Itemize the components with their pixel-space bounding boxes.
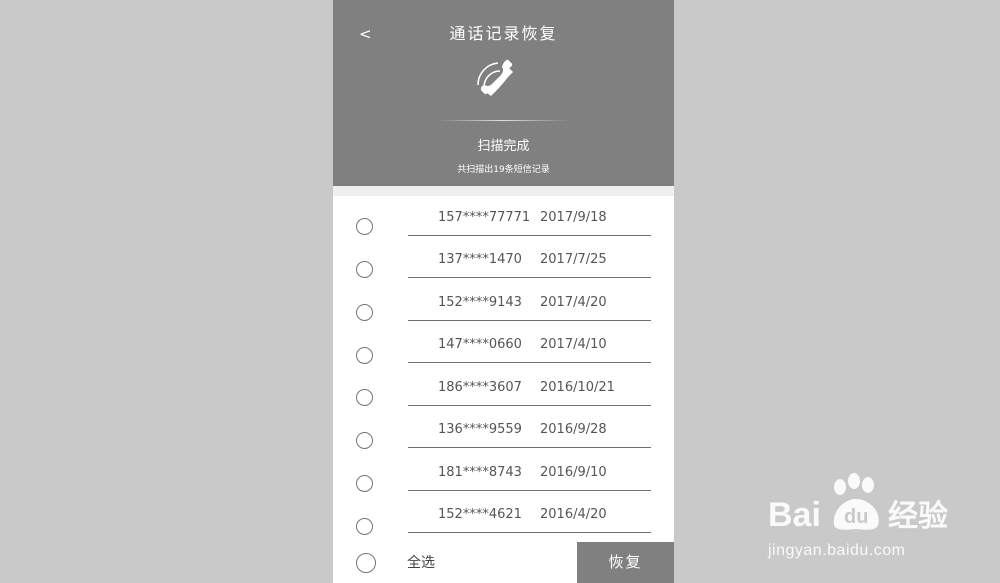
record-number: 152****9143 [438, 295, 522, 310]
record-date: 2017/4/20 [540, 295, 607, 310]
list-item[interactable]: 152****4621 2016/4/20 [333, 493, 674, 535]
watermark-url: jingyan.baidu.com [768, 542, 906, 559]
watermark-brand-en: Bai [768, 496, 821, 534]
record-info: 186****3607 2016/10/21 [408, 366, 651, 406]
watermark-brand-cn: 经验 [888, 499, 948, 534]
header-divider [438, 120, 569, 121]
record-date: 2016/9/10 [540, 465, 607, 480]
list-item[interactable]: 186****3607 2016/10/21 [333, 366, 674, 408]
list-item[interactable]: 181****8743 2016/9/10 [333, 451, 674, 493]
record-number: 136****9559 [438, 422, 522, 437]
watermark-brand-du: du [844, 506, 868, 528]
scan-status: 扫描完成 [477, 139, 530, 154]
record-radio[interactable] [356, 304, 373, 321]
list-item[interactable]: 136****9559 2016/9/28 [333, 408, 674, 450]
record-date: 2016/4/20 [540, 507, 607, 522]
record-number: 181****8743 [438, 465, 522, 480]
record-radio[interactable] [356, 218, 373, 235]
list-item[interactable]: 147****0660 2017/4/10 [333, 323, 674, 365]
scan-count: 共扫描出19条短信记录 [457, 165, 550, 175]
baidu-jingyan-watermark: Bai du 经验 jingyan.baidu.com [768, 473, 978, 568]
page-title: 通话记录恢复 [449, 24, 558, 43]
record-info: 181****8743 2016/9/10 [408, 451, 651, 491]
record-info: 137****1470 2017/7/25 [408, 238, 651, 278]
record-number: 152****4621 [438, 507, 522, 522]
record-info: 152****4621 2016/4/20 [408, 493, 651, 533]
record-info: 157****77771 2017/9/18 [408, 196, 651, 236]
separator [333, 186, 674, 196]
list-item[interactable]: 152****9143 2017/4/20 [333, 281, 674, 323]
record-radio[interactable] [356, 347, 373, 364]
record-number: 186****3607 [438, 380, 522, 395]
select-all-label[interactable]: 全选 [407, 553, 435, 573]
record-list: 157****77771 2017/9/18 137****1470 2017/… [333, 196, 674, 542]
list-item[interactable]: 137****1470 2017/7/25 [333, 238, 674, 280]
record-number: 147****0660 [438, 337, 522, 352]
footer-bar: 全选 恢复 [333, 542, 674, 583]
select-all-radio[interactable] [356, 553, 376, 573]
header: < 通话记录恢复 扫描完成 共扫描出19条短信记录 [333, 0, 674, 186]
record-radio[interactable] [356, 475, 373, 492]
record-date: 2017/4/10 [540, 337, 607, 352]
phone-call-icon [477, 59, 513, 96]
record-date: 2017/7/25 [540, 252, 607, 267]
record-radio[interactable] [356, 261, 373, 278]
record-radio[interactable] [356, 518, 373, 535]
record-date: 2017/9/18 [540, 210, 607, 225]
record-radio[interactable] [356, 432, 373, 449]
record-date: 2016/10/21 [540, 380, 615, 395]
record-number: 137****1470 [438, 252, 522, 267]
app-screen: < 通话记录恢复 扫描完成 共扫描出19条短信记录 157****77771 2… [333, 0, 674, 583]
record-radio[interactable] [356, 389, 373, 406]
baidu-paw-icon: du [833, 473, 879, 530]
record-info: 152****9143 2017/4/20 [408, 281, 651, 321]
record-info: 136****9559 2016/9/28 [408, 408, 651, 448]
record-info: 147****0660 2017/4/10 [408, 323, 651, 363]
record-date: 2016/9/28 [540, 422, 607, 437]
restore-button[interactable]: 恢复 [577, 542, 674, 583]
list-item[interactable]: 157****77771 2017/9/18 [333, 196, 674, 238]
record-number: 157****77771 [438, 210, 531, 225]
